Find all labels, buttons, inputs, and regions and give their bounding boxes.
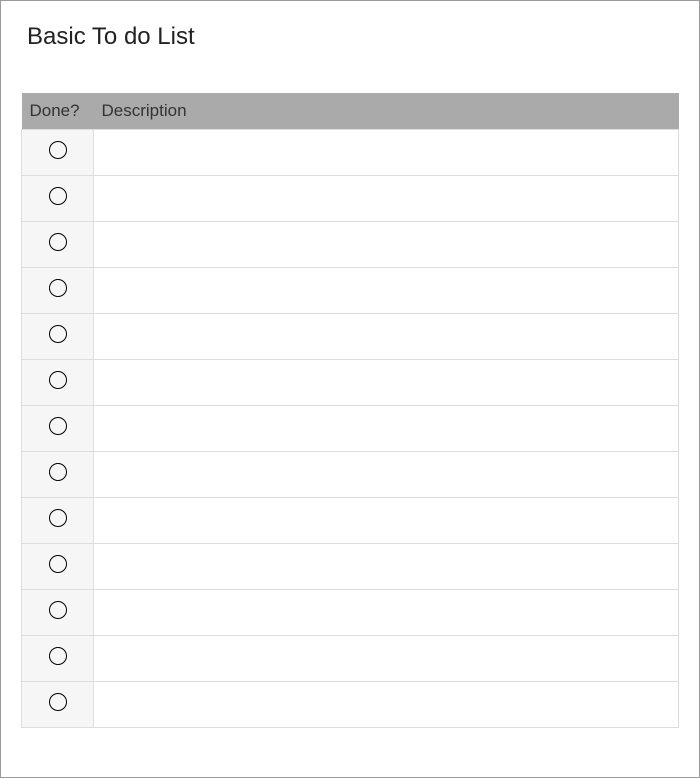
circle-icon [49, 509, 67, 527]
done-cell[interactable] [22, 176, 94, 222]
table-body [22, 130, 679, 728]
header-description: Description [94, 93, 679, 130]
description-cell[interactable] [94, 590, 679, 636]
done-cell[interactable] [22, 636, 94, 682]
description-cell[interactable] [94, 176, 679, 222]
table-row [22, 176, 679, 222]
table-row [22, 406, 679, 452]
circle-icon [49, 647, 67, 665]
table-row [22, 360, 679, 406]
header-done: Done? [22, 93, 94, 130]
table-row [22, 222, 679, 268]
table-header-row: Done? Description [22, 93, 679, 130]
page-title: Basic To do List [21, 23, 679, 51]
table-row [22, 498, 679, 544]
table-row [22, 268, 679, 314]
circle-icon [49, 463, 67, 481]
circle-icon [49, 187, 67, 205]
done-cell[interactable] [22, 452, 94, 498]
circle-icon [49, 601, 67, 619]
description-cell[interactable] [94, 498, 679, 544]
circle-icon [49, 417, 67, 435]
table-row [22, 682, 679, 728]
done-cell[interactable] [22, 544, 94, 590]
table-row [22, 590, 679, 636]
page-container: Basic To do List Done? Description [1, 1, 699, 748]
description-cell[interactable] [94, 544, 679, 590]
description-cell[interactable] [94, 360, 679, 406]
circle-icon [49, 693, 67, 711]
done-cell[interactable] [22, 130, 94, 176]
description-cell[interactable] [94, 314, 679, 360]
description-cell[interactable] [94, 636, 679, 682]
circle-icon [49, 141, 67, 159]
done-cell[interactable] [22, 268, 94, 314]
table-row [22, 544, 679, 590]
done-cell[interactable] [22, 222, 94, 268]
table-row [22, 314, 679, 360]
table-row [22, 130, 679, 176]
description-cell[interactable] [94, 406, 679, 452]
done-cell[interactable] [22, 498, 94, 544]
done-cell[interactable] [22, 590, 94, 636]
description-cell[interactable] [94, 222, 679, 268]
done-cell[interactable] [22, 682, 94, 728]
description-cell[interactable] [94, 682, 679, 728]
done-cell[interactable] [22, 360, 94, 406]
table-row [22, 636, 679, 682]
done-cell[interactable] [22, 406, 94, 452]
description-cell[interactable] [94, 130, 679, 176]
circle-icon [49, 555, 67, 573]
circle-icon [49, 325, 67, 343]
circle-icon [49, 233, 67, 251]
circle-icon [49, 371, 67, 389]
circle-icon [49, 279, 67, 297]
done-cell[interactable] [22, 314, 94, 360]
description-cell[interactable] [94, 452, 679, 498]
todo-table: Done? Description [21, 93, 679, 728]
description-cell[interactable] [94, 268, 679, 314]
table-row [22, 452, 679, 498]
